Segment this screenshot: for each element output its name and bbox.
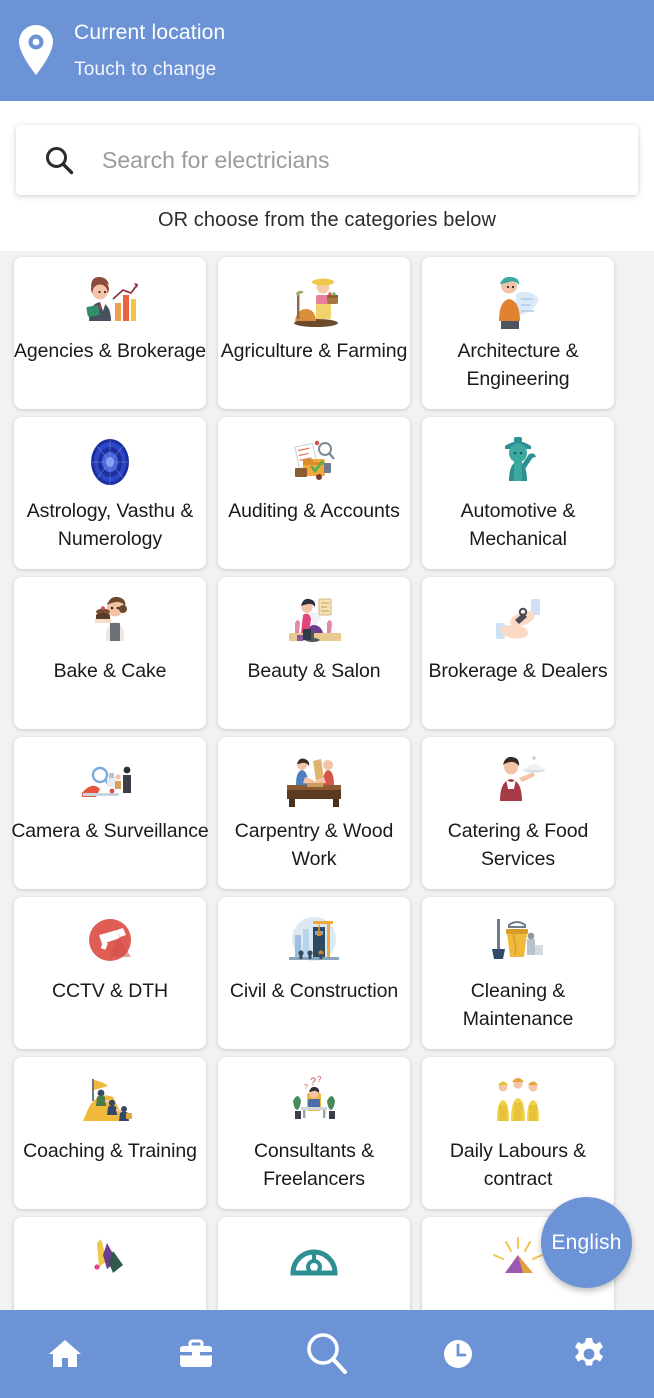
nav-item-history[interactable] — [392, 1310, 523, 1398]
search-icon — [307, 1333, 347, 1374]
nav-item-search[interactable] — [262, 1310, 393, 1398]
architect-blueprint-icon — [487, 273, 549, 331]
category-label: Agriculture & Farming — [220, 340, 408, 362]
documents-audit-icon — [283, 433, 345, 491]
nav-item-jobs[interactable] — [131, 1310, 262, 1398]
clock-icon — [443, 1340, 472, 1368]
svg-text:?: ? — [310, 1076, 316, 1088]
briefcase-icon — [180, 1339, 213, 1367]
category-label: CCTV & DTH — [51, 980, 168, 1002]
category-label: Astrology, Vasthu & Numerology — [26, 500, 194, 550]
category-label: Consultants & Freelancers — [253, 1140, 375, 1190]
category-card[interactable] — [218, 1217, 410, 1311]
category-label: Brokerage & Dealers — [428, 660, 608, 682]
category-card[interactable]: ? ? ? Consultants & Freelancers — [218, 1057, 410, 1209]
location-texts: Current location Touch to change — [74, 20, 225, 82]
category-card[interactable]: Agriculture & Farming — [218, 257, 410, 409]
category-card[interactable]: Brokerage & Dealers — [422, 577, 614, 729]
category-card[interactable]: Beauty & Salon — [218, 577, 410, 729]
gear-icon — [574, 1338, 603, 1366]
search-input[interactable] — [102, 146, 622, 174]
design-pens-icon — [79, 1233, 141, 1291]
category-card[interactable]: Architecture & Engineering — [422, 257, 614, 409]
home-icon — [49, 1340, 82, 1367]
category-label: Auditing & Accounts — [228, 500, 400, 522]
category-card[interactable]: CCTV & DTH — [14, 897, 206, 1049]
businessman-chart-icon — [79, 273, 141, 331]
category-label: Cleaning & Maintenance — [462, 980, 574, 1030]
language-fab-button[interactable]: English — [541, 1197, 632, 1288]
farmer-basket-icon — [283, 273, 345, 331]
search-box[interactable] — [16, 125, 638, 195]
category-label: Bake & Cake — [53, 660, 167, 682]
category-card[interactable]: Camera & Surveillance — [11, 737, 209, 889]
zodiac-wheel-icon — [79, 433, 141, 491]
category-label: Catering & Food Services — [447, 820, 589, 870]
mechanic-wrench-icon — [487, 433, 549, 491]
category-card[interactable]: Civil & Construction — [218, 897, 410, 1049]
category-card[interactable]: Automotive & Mechanical — [422, 417, 614, 569]
category-card[interactable]: Agencies & Brokerage — [14, 257, 206, 409]
category-label: Agencies & Brokerage — [13, 340, 207, 362]
category-label: Daily Labours & contract — [449, 1140, 587, 1190]
category-label: Architecture & Engineering — [457, 340, 579, 390]
category-card[interactable]: Carpentry & Wood Work — [218, 737, 410, 889]
nav-item-home[interactable] — [0, 1310, 131, 1398]
category-card[interactable]: Daily Labours & contract — [422, 1057, 614, 1209]
category-label: Beauty & Salon — [247, 660, 381, 682]
category-card[interactable] — [14, 1217, 206, 1311]
category-grid[interactable]: Agencies & Brokerage Agriculture & Farmi… — [0, 251, 654, 1311]
cctv-camera-icon — [79, 913, 141, 971]
location-pin-icon — [19, 24, 53, 75]
category-label: Camera & Surveillance — [11, 820, 209, 842]
search-panel: OR choose from the categories below — [0, 101, 654, 251]
category-label: Coaching & Training — [23, 1140, 197, 1162]
nav-item-settings[interactable] — [523, 1310, 654, 1398]
svg-text:?: ? — [304, 1084, 308, 1091]
search-icon — [46, 147, 74, 175]
category-card[interactable]: Auditing & Accounts — [218, 417, 410, 569]
category-card[interactable]: Bake & Cake — [14, 577, 206, 729]
waiter-tray-icon — [487, 753, 549, 811]
category-card[interactable]: Astrology, Vasthu & Numerology — [14, 417, 206, 569]
workers-group-icon — [487, 1073, 549, 1131]
team-climb-flag-icon — [79, 1073, 141, 1131]
location-subtitle: Touch to change — [74, 58, 217, 80]
baker-cake-icon — [79, 593, 141, 651]
category-card[interactable]: Catering & Food Services — [422, 737, 614, 889]
salon-chair-icon — [283, 593, 345, 651]
svg-text:?: ? — [317, 1075, 322, 1084]
driving-wheel-icon — [283, 1233, 345, 1291]
cleaning-bucket-icon — [487, 913, 549, 971]
electric-spark-icon — [487, 1233, 549, 1291]
categories-hint: OR choose from the categories below — [157, 209, 497, 231]
camera-studio-icon — [79, 753, 141, 811]
construction-crane-icon — [283, 913, 345, 971]
handshake-keys-icon — [487, 593, 549, 651]
category-label: Automotive & Mechanical — [460, 500, 576, 550]
category-label: Civil & Construction — [229, 980, 399, 1002]
app-screen: Current location Touch to change OR choo… — [0, 0, 654, 1398]
carpenter-bench-icon — [283, 753, 345, 811]
category-card[interactable]: Coaching & Training — [14, 1057, 206, 1209]
category-label: Carpentry & Wood Work — [234, 820, 394, 870]
location-header[interactable]: Current location Touch to change — [0, 0, 654, 101]
bottom-navigation-bar — [0, 1310, 654, 1398]
category-card[interactable]: Cleaning & Maintenance — [422, 897, 614, 1049]
location-title: Current location — [74, 20, 226, 44]
consultant-desk-icon: ? ? ? — [283, 1073, 345, 1131]
